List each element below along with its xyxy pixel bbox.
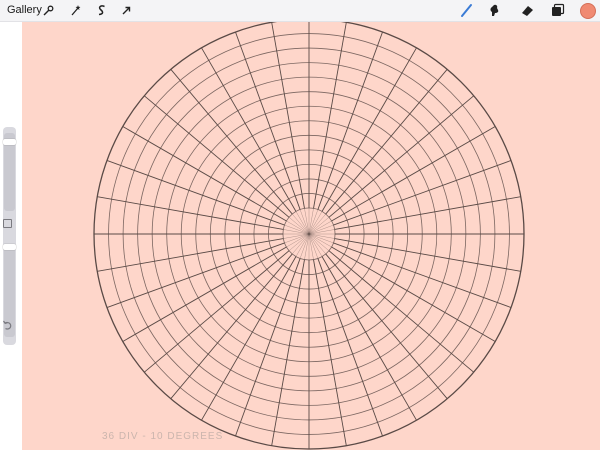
- drawing-canvas[interactable]: 36 DIV - 10 DEGREES: [22, 22, 600, 450]
- wrench-icon[interactable]: [41, 3, 56, 18]
- square-icon[interactable]: [3, 219, 12, 228]
- radial-spoke: [235, 258, 301, 437]
- color-picker-button[interactable]: [580, 3, 596, 19]
- eraser-icon[interactable]: [520, 3, 535, 18]
- radial-spoke: [317, 31, 383, 210]
- layers-icon[interactable]: [550, 3, 565, 18]
- radial-spoke: [201, 256, 297, 421]
- radial-spoke: [333, 160, 512, 226]
- gallery-button[interactable]: Gallery: [7, 4, 42, 16]
- top-toolbar: Gallery: [0, 0, 600, 22]
- undo-icon[interactable]: [2, 320, 13, 331]
- radial-spoke: [106, 160, 285, 226]
- radial-spoke: [321, 47, 417, 212]
- radial-spoke: [331, 126, 496, 222]
- radial-spoke: [313, 259, 347, 446]
- radial-spoke: [97, 238, 284, 272]
- radial-spoke: [331, 246, 496, 342]
- radial-spoke: [235, 31, 301, 210]
- smudge-icon[interactable]: [487, 3, 502, 18]
- brush-size-handle[interactable]: [3, 139, 16, 146]
- canvas-caption: 36 DIV - 10 DEGREES: [102, 431, 224, 442]
- polar-grid: [93, 22, 525, 450]
- radial-spoke: [106, 242, 285, 308]
- radial-spoke: [333, 242, 512, 308]
- radial-spoke: [122, 246, 287, 342]
- radial-spoke: [122, 126, 287, 222]
- radial-spoke: [334, 196, 521, 230]
- arrow-cursor-icon[interactable]: [119, 3, 134, 18]
- radial-spoke: [321, 256, 417, 421]
- radial-spoke: [201, 47, 297, 212]
- radial-spoke: [313, 22, 347, 209]
- radial-spoke: [271, 259, 305, 446]
- brush-icon[interactable]: [459, 3, 474, 18]
- brush-sidebar: [3, 127, 16, 345]
- selection-s-icon[interactable]: [94, 3, 109, 18]
- radial-spoke: [97, 196, 284, 230]
- radial-spoke: [271, 22, 305, 209]
- magic-wand-icon[interactable]: [68, 3, 83, 18]
- radial-spoke: [334, 238, 521, 272]
- radial-spoke: [317, 258, 383, 437]
- opacity-handle[interactable]: [3, 243, 16, 250]
